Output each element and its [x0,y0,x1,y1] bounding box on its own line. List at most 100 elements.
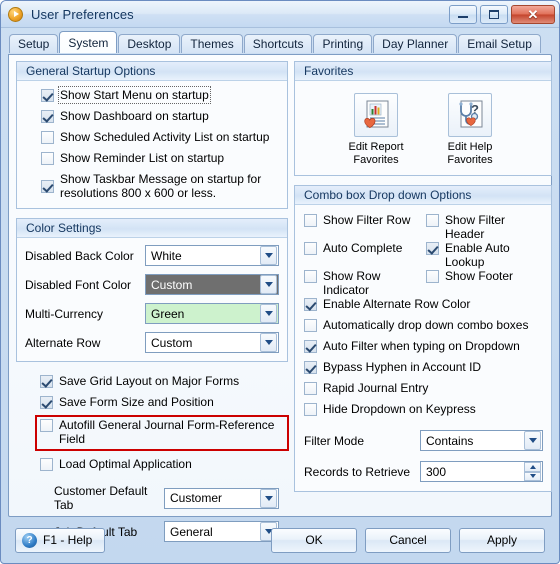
chevron-down-icon[interactable] [260,275,277,294]
combo-customer-default-tab[interactable]: Customer [164,487,279,509]
edit-help-favorites-button[interactable]: ? Edit Help Favorites [434,93,506,167]
checkbox-box[interactable] [426,270,439,283]
checkbox-show-filter-header[interactable]: Show Filter Header [426,213,543,241]
chevron-down-icon[interactable] [260,333,277,352]
chevron-down-icon[interactable] [524,431,541,450]
settings-pane: General Startup Options Show Start Menu … [8,54,552,542]
checkbox-enable-alternate-row-color[interactable]: Enable Alternate Row Color [304,297,543,311]
checkbox-automatically-drop-down-combo-boxes[interactable]: Automatically drop down combo boxes [304,318,543,332]
combo-disabled-font-color[interactable]: Custom [145,274,279,295]
tab-setup[interactable]: Setup [9,34,59,53]
cancel-button[interactable]: Cancel [365,527,451,553]
tab-themes[interactable]: Themes [181,34,243,53]
spinner-records-to-retrieve[interactable]: 300 [420,461,543,482]
checkbox-box[interactable] [426,214,439,227]
chevron-down-icon[interactable] [260,488,277,508]
f1-help-button[interactable]: ? F1 - Help [15,527,106,553]
checkbox-box[interactable] [41,110,54,123]
checkbox-label: Auto Complete [323,241,403,255]
combo-value: White [151,248,182,263]
checkbox-box[interactable] [304,242,317,255]
tab-shortcuts[interactable]: Shortcuts [243,34,313,53]
tab-day-planner[interactable]: Day Planner [373,34,458,53]
checkbox-auto-complete[interactable]: Auto Complete [304,241,426,255]
checkbox-label: Bypass Hyphen in Account ID [323,360,482,374]
help-button-label: F1 - Help [43,533,93,547]
minimize-button[interactable] [449,4,477,24]
checkbox-box[interactable] [304,298,317,311]
combo-value: Green [151,306,185,321]
field-customer-default-tab: Customer Default Tab Customer [40,484,280,512]
checkbox-box[interactable] [41,131,54,144]
ok-button[interactable]: OK [271,527,357,553]
favorite-caption: Edit Report Favorites [348,141,404,166]
checkbox-show-row-indicator[interactable]: Show Row Indicator [304,269,426,297]
checkbox-grid-row: Show Row Indicator Show Footer [304,269,543,297]
field-label: Disabled Back Color [25,248,134,263]
combo-filter-mode[interactable]: Contains [420,430,543,451]
combo-dropdown-options-body: Show Filter Row Show Filter Header Auto … [295,205,551,491]
checkbox-box[interactable] [41,152,54,165]
checkbox-show-taskbar-message[interactable]: Show Taskbar Message on startup for reso… [41,172,279,200]
checkbox-rapid-journal-entry[interactable]: Rapid Journal Entry [304,381,543,395]
combo-multi-currency[interactable]: Green [145,303,279,324]
checkbox-box[interactable] [40,419,53,432]
tab-system[interactable]: System [59,31,118,53]
checkbox-box[interactable] [304,382,317,395]
checkbox-box[interactable] [41,89,54,102]
checkbox-show-filter-row[interactable]: Show Filter Row [304,213,426,227]
checkbox-auto-filter-when-typing[interactable]: Auto Filter when typing on Dropdown [304,339,543,353]
checkbox-label: Auto Filter when typing on Dropdown [323,339,520,353]
checkbox-label: Show Filter Header [445,213,506,241]
checkbox-save-grid-layout[interactable]: Save Grid Layout on Major Forms [40,374,280,388]
checkbox-load-optimal-application[interactable]: Load Optimal Application [40,457,280,471]
tab-printing[interactable]: Printing [313,34,373,53]
combo-alternate-row[interactable]: Custom [145,332,279,353]
tab-email-setup[interactable]: Email Setup [458,34,541,53]
dialog-footer: ? F1 - Help OK Cancel Apply [1,517,559,563]
chevron-down-icon[interactable] [260,304,277,323]
color-settings-group: Color Settings Disabled Back Color White… [16,218,288,362]
checkbox-label: Automatically drop down combo boxes [323,318,529,332]
edit-report-favorites-button[interactable]: Edit Report Favorites [340,93,412,167]
checkbox-box[interactable] [40,396,53,409]
field-label: Customer Default Tab [54,484,148,512]
spinner-up-icon[interactable] [524,462,541,472]
maximize-button[interactable] [480,4,508,24]
checkbox-show-scheduled-activity-list[interactable]: Show Scheduled Activity List on startup [41,130,279,144]
checkbox-autofill-general-journal[interactable]: Autofill General Journal Form-Reference … [40,418,280,446]
checkbox-label: Show Taskbar Message on startup for reso… [60,172,262,200]
spinner-down-icon[interactable] [524,471,541,481]
checkbox-bypass-hyphen-in-account-id[interactable]: Bypass Hyphen in Account ID [304,360,543,374]
chevron-down-icon[interactable] [260,246,277,265]
field-filter-mode: Filter Mode Contains [304,430,543,451]
checkbox-box[interactable] [40,375,53,388]
field-disabled-font-color: Disabled Font Color Custom [25,274,279,295]
checkbox-show-reminder-list[interactable]: Show Reminder List on startup [41,151,279,165]
tab-desktop[interactable]: Desktop [118,34,181,53]
checkbox-box[interactable] [304,270,317,283]
combo-disabled-back-color[interactable]: White [145,245,279,266]
close-button[interactable]: ✕ [511,4,555,24]
apply-button[interactable]: Apply [459,527,545,553]
checkbox-box[interactable] [426,242,439,255]
field-label: Alternate Row [25,335,101,350]
checkbox-hide-dropdown-on-keypress[interactable]: Hide Dropdown on Keypress [304,402,543,416]
checkbox-label: Show Row Indicator [323,269,381,297]
checkbox-show-footer[interactable]: Show Footer [426,269,543,283]
checkbox-box[interactable] [304,319,317,332]
checkbox-save-form-size[interactable]: Save Form Size and Position [40,395,280,409]
checkbox-show-dashboard[interactable]: Show Dashboard on startup [41,109,279,123]
checkbox-box[interactable] [304,214,317,227]
checkbox-enable-auto-lookup[interactable]: Enable Auto Lookup [426,241,543,269]
favorites-body: Edit Report Favorites ? Edit Help Favori… [295,81,551,175]
checkbox-show-start-menu[interactable]: Show Start Menu on startup [41,86,279,104]
checkbox-box[interactable] [304,403,317,416]
question-circle-icon: ? [22,532,37,548]
checkbox-box[interactable] [304,361,317,374]
color-settings-body: Disabled Back Color White Disabled Font … [17,238,287,361]
checkbox-box[interactable] [40,458,53,471]
checkbox-box[interactable] [304,340,317,353]
checkbox-box[interactable] [41,180,54,193]
window-controls: ✕ [449,4,555,24]
